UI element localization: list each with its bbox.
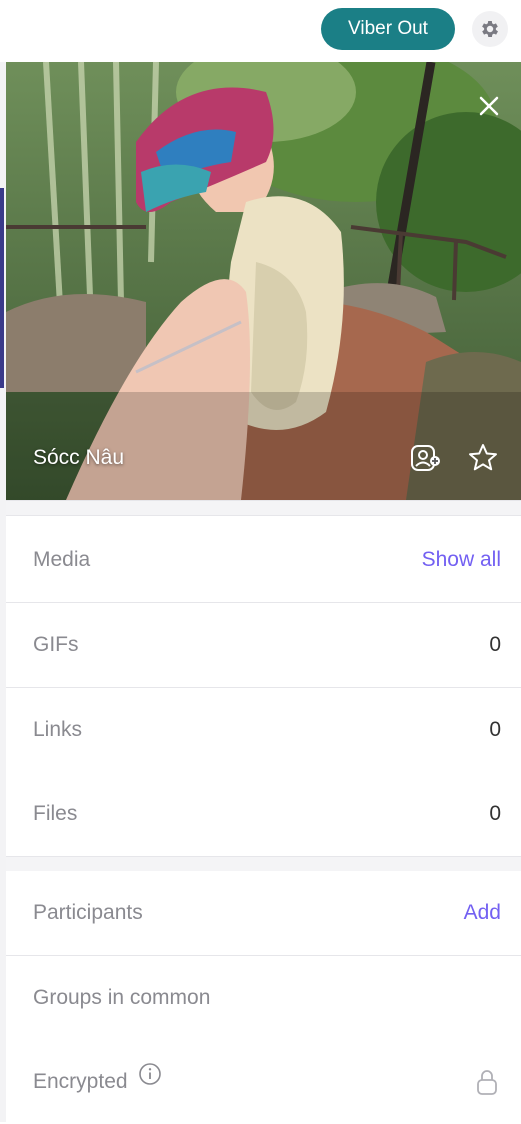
gifs-row[interactable]: GIFs 0	[6, 603, 521, 688]
groups-in-common-row[interactable]: Groups in common	[6, 956, 521, 1041]
encrypted-row: Encrypted	[6, 1040, 521, 1124]
groups-in-common-label: Groups in common	[33, 986, 211, 1009]
profile-name: Sócc Nâu	[33, 446, 125, 469]
viber-out-button[interactable]: Viber Out	[321, 8, 455, 50]
lock-icon	[475, 1068, 499, 1101]
encrypted-label: Encrypted	[33, 1040, 162, 1124]
info-panel-header: Viber Out	[0, 0, 521, 62]
gifs-count: 0	[489, 633, 501, 656]
gifs-label: GIFs	[33, 633, 79, 656]
info-icon[interactable]	[138, 1038, 162, 1122]
participants-row: Participants Add	[6, 871, 521, 956]
files-label: Files	[33, 802, 78, 825]
section-separator	[6, 856, 521, 872]
media-row[interactable]: Media Show all	[6, 518, 521, 603]
close-icon[interactable]	[475, 92, 503, 120]
participants-label: Participants	[33, 901, 143, 924]
files-count: 0	[489, 802, 501, 825]
links-row[interactable]: Links 0	[6, 688, 521, 773]
media-label: Media	[33, 548, 91, 571]
links-count: 0	[489, 718, 501, 741]
profile-photo: Sócc Nâu	[6, 62, 521, 500]
star-icon[interactable]	[466, 441, 500, 475]
gear-icon[interactable]	[472, 11, 508, 47]
files-row[interactable]: Files 0	[6, 772, 521, 857]
encrypted-text: Encrypted	[33, 1070, 128, 1093]
profile-photo-image	[6, 62, 521, 500]
section-separator	[6, 500, 521, 516]
chat-pane-edge-accent	[0, 188, 4, 388]
show-all-media-link[interactable]: Show all	[422, 518, 501, 602]
links-label: Links	[33, 718, 83, 741]
add-contact-icon[interactable]	[409, 441, 443, 475]
add-participant-link[interactable]: Add	[464, 871, 501, 955]
